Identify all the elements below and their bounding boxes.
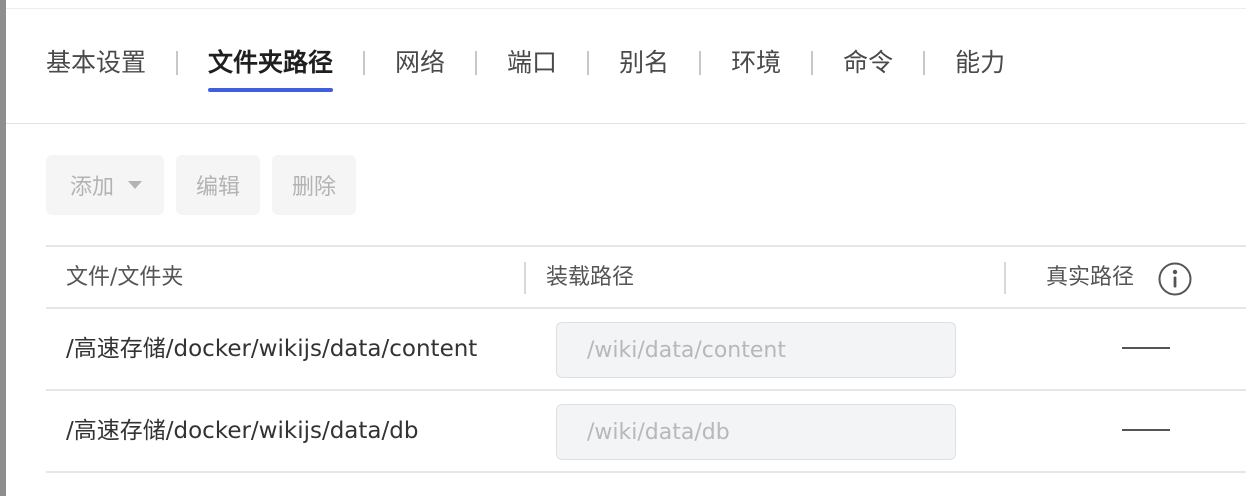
chevron-down-icon (128, 181, 142, 189)
info-icon[interactable] (1158, 262, 1192, 296)
tab-separator (811, 51, 814, 75)
tab-separator (587, 51, 590, 75)
tab-capabilities[interactable]: 能力 (955, 40, 1005, 86)
tab-alias[interactable]: 别名 (619, 40, 669, 86)
tab-separator (475, 51, 478, 75)
toolbar: 添加 编辑 删除 (46, 155, 356, 215)
tab-basic-settings[interactable]: 基本设置 (46, 40, 146, 86)
delete-button[interactable]: 删除 (272, 155, 356, 215)
file-folder-path: /高速存储/docker/wikijs/data/content (66, 336, 478, 362)
tab-port[interactable]: 端口 (507, 40, 557, 86)
column-separator (524, 262, 526, 294)
file-folder-path: /高速存储/docker/wikijs/data/db (66, 418, 419, 444)
real-path-empty (1122, 347, 1170, 349)
tab-separator (176, 51, 179, 75)
table-header: 文件/文件夹 装载路径 真实路径 (46, 247, 1246, 309)
column-header-real-path: 真实路径 (1046, 265, 1135, 290)
window-left-edge (0, 0, 6, 496)
edit-button[interactable]: 编辑 (176, 155, 260, 215)
table-row: /高速存储/docker/wikijs/data/content (46, 309, 1246, 389)
top-divider (6, 8, 1246, 9)
table-row-border (46, 471, 1246, 473)
mount-path-input[interactable] (556, 322, 956, 378)
tab-folder-path[interactable]: 文件夹路径 (208, 40, 334, 92)
real-path-empty (1122, 429, 1170, 431)
mount-path-input[interactable] (556, 404, 956, 460)
tab-separator (699, 51, 702, 75)
tab-command[interactable]: 命令 (843, 40, 893, 86)
tabs-divider (6, 123, 1246, 124)
add-button-label: 添加 (69, 175, 114, 200)
table-row: /高速存储/docker/wikijs/data/db (46, 391, 1246, 471)
tab-bar: 基本设置 文件夹路径 网络 端口 别名 环境 命令 能力 (46, 40, 1005, 96)
tab-separator (363, 51, 366, 75)
column-header-mount-path: 装载路径 (546, 265, 635, 290)
tab-network[interactable]: 网络 (395, 40, 445, 86)
column-separator (1004, 262, 1006, 294)
tab-separator (923, 51, 926, 75)
tab-environment[interactable]: 环境 (731, 40, 781, 86)
add-button[interactable]: 添加 (46, 155, 164, 215)
column-header-file-folder: 文件/文件夹 (66, 265, 184, 290)
